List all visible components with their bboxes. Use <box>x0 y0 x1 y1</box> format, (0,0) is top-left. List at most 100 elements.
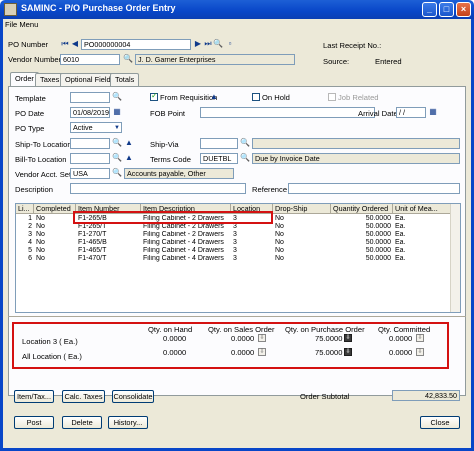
cell-item-description[interactable]: Filing Cabinet - 2 Drawers <box>143 231 229 239</box>
bill-to-finder-icon[interactable]: 🔍 <box>112 153 122 163</box>
col-header-completed[interactable]: Completed <box>34 204 76 214</box>
from-requisition-checkbox[interactable] <box>150 91 158 101</box>
cell-item-description[interactable]: Filing Cabinet - 4 Drawers <box>143 255 229 263</box>
cell-location[interactable]: 3 <box>233 231 271 239</box>
cell-unit[interactable]: Ea. <box>395 247 435 255</box>
grid-scrollbar[interactable] <box>450 204 460 312</box>
cell-item-number[interactable]: F1-465/B <box>78 239 140 247</box>
cell-line[interactable]: 1 <box>18 215 32 223</box>
calendar-icon[interactable]: ▦ <box>112 107 122 117</box>
bill-to-field[interactable] <box>70 153 110 164</box>
col-header-drop-ship[interactable]: Drop-Ship <box>273 204 331 214</box>
consolidate-button[interactable]: Consolidate <box>112 390 154 403</box>
table-row[interactable]: 2 No F1-265/T Filing Cabinet - 2 Drawers 3 No… <box>16 223 451 231</box>
cell-quantity-ordered[interactable]: 50.0000 <box>333 255 391 263</box>
maximize-icon[interactable]: □ <box>439 2 454 17</box>
cell-drop-ship[interactable]: No <box>275 215 330 223</box>
bill-to-zoom-icon[interactable]: ▲ <box>124 153 134 163</box>
table-row[interactable]: 3 No F1-270/T Filing Cabinet - 2 Drawers 3 No… <box>16 231 451 239</box>
cell-line[interactable]: 2 <box>18 223 32 231</box>
cell-line[interactable]: 5 <box>18 247 32 255</box>
calc-taxes-button[interactable]: Calc. Taxes <box>62 390 105 403</box>
cell-drop-ship[interactable]: No <box>275 231 330 239</box>
cell-completed[interactable]: No <box>36 239 74 247</box>
cell-line[interactable]: 3 <box>18 231 32 239</box>
vendor-finder-icon[interactable]: 🔍 <box>123 54 133 64</box>
finder-icon[interactable]: 🔍 <box>213 39 223 49</box>
delete-button[interactable]: Delete <box>62 416 102 429</box>
tab-totals[interactable]: Totals <box>110 73 140 86</box>
cell-item-description[interactable]: Filing Cabinet - 4 Drawers <box>143 247 229 255</box>
cell-item-description[interactable]: Filing Cabinet - 4 Drawers <box>143 239 229 247</box>
terms-code-field[interactable]: DUETBL <box>200 153 238 164</box>
vendor-acct-finder-icon[interactable]: 🔍 <box>112 168 122 178</box>
vendor-acct-field[interactable]: USA <box>70 168 110 179</box>
table-row[interactable]: 6 No F1-470/T Filing Cabinet - 4 Drawers 3 No… <box>16 255 451 263</box>
fob-field[interactable] <box>200 107 375 118</box>
cell-line[interactable]: 6 <box>18 255 32 263</box>
ship-via-field[interactable] <box>200 138 238 149</box>
cell-drop-ship[interactable]: No <box>275 247 330 255</box>
first-record-icon[interactable]: ⏮ <box>60 39 70 49</box>
cell-drop-ship[interactable]: No <box>275 223 330 231</box>
cell-completed[interactable]: No <box>36 231 74 239</box>
arrival-calendar-icon[interactable]: ▦ <box>428 107 438 117</box>
cell-unit[interactable]: Ea. <box>395 255 435 263</box>
close-button[interactable]: Close <box>420 416 460 429</box>
cell-location[interactable]: 3 <box>233 223 271 231</box>
on-hold-checkbox[interactable] <box>252 93 260 101</box>
po-date-field[interactable]: 01/08/2019 <box>70 107 110 118</box>
new-record-icon[interactable]: ▫ <box>225 39 235 49</box>
ship-to-zoom-icon[interactable]: ▲ <box>124 138 134 148</box>
chevron-down-icon[interactable]: ▼ <box>112 123 122 133</box>
cell-item-description[interactable]: Filing Cabinet - 2 Drawers <box>143 223 229 231</box>
cell-drop-ship[interactable]: No <box>275 239 330 247</box>
col-header-unit[interactable]: Unit of Mea... <box>393 204 452 214</box>
cell-item-number[interactable]: F1-470/T <box>78 255 140 263</box>
cell-quantity-ordered[interactable]: 50.0000 <box>333 223 391 231</box>
post-button[interactable]: Post <box>14 416 54 429</box>
history-button[interactable]: History... <box>108 416 148 429</box>
cell-completed[interactable]: No <box>36 215 74 223</box>
col-header-line[interactable]: Li... <box>16 204 34 214</box>
cell-location[interactable]: 3 <box>233 239 271 247</box>
vendor-number-field[interactable]: 6010 <box>60 54 120 65</box>
cell-line[interactable]: 4 <box>18 239 32 247</box>
cell-unit[interactable]: Ea. <box>395 223 435 231</box>
cell-item-number[interactable]: F1-270/T <box>78 231 140 239</box>
cell-quantity-ordered[interactable]: 50.0000 <box>333 239 391 247</box>
minimize-icon[interactable]: _ <box>422 2 437 17</box>
cell-item-number[interactable]: F1-265/T <box>78 223 140 231</box>
item-tax-button[interactable]: Item/Tax... <box>14 390 54 403</box>
ship-to-finder-icon[interactable]: 🔍 <box>112 138 122 148</box>
po-number-field[interactable]: PO000000004 <box>81 39 191 50</box>
close-icon[interactable]: × <box>456 2 471 17</box>
description-field[interactable] <box>70 183 246 194</box>
reference-field[interactable] <box>288 183 460 194</box>
cell-completed[interactable]: No <box>36 223 74 231</box>
cell-quantity-ordered[interactable]: 50.0000 <box>333 231 391 239</box>
cell-drop-ship[interactable]: No <box>275 255 330 263</box>
arrival-date-field[interactable]: / / <box>396 107 426 118</box>
cell-unit[interactable]: Ea. <box>395 231 435 239</box>
terms-finder-icon[interactable]: 🔍 <box>240 153 250 163</box>
ship-to-field[interactable] <box>70 138 110 149</box>
ship-via-finder-icon[interactable]: 🔍 <box>240 138 250 148</box>
requisition-zoom-icon[interactable]: ▲ <box>209 92 219 102</box>
cell-quantity-ordered[interactable]: 50.0000 <box>333 215 391 223</box>
table-row[interactable]: 4 No F1-465/B Filing Cabinet - 4 Drawers 3 No… <box>16 239 451 247</box>
cell-quantity-ordered[interactable]: 50.0000 <box>333 247 391 255</box>
col-header-quantity-ordered[interactable]: Quantity Ordered <box>331 204 393 214</box>
cell-location[interactable]: 3 <box>233 255 271 263</box>
previous-record-icon[interactable]: ◀ <box>70 39 80 49</box>
template-finder-icon[interactable]: 🔍 <box>112 92 122 102</box>
cell-location[interactable]: 3 <box>233 247 271 255</box>
last-record-icon[interactable]: ⏭ <box>203 39 213 49</box>
cell-unit[interactable]: Ea. <box>395 215 435 223</box>
table-row[interactable]: 5 No F1-465/T Filing Cabinet - 4 Drawers 3 No… <box>16 247 451 255</box>
cell-completed[interactable]: No <box>36 255 74 263</box>
menu-file[interactable]: File Menu <box>5 20 38 29</box>
next-record-icon[interactable]: ▶ <box>193 39 203 49</box>
cell-unit[interactable]: Ea. <box>395 239 435 247</box>
cell-completed[interactable]: No <box>36 247 74 255</box>
